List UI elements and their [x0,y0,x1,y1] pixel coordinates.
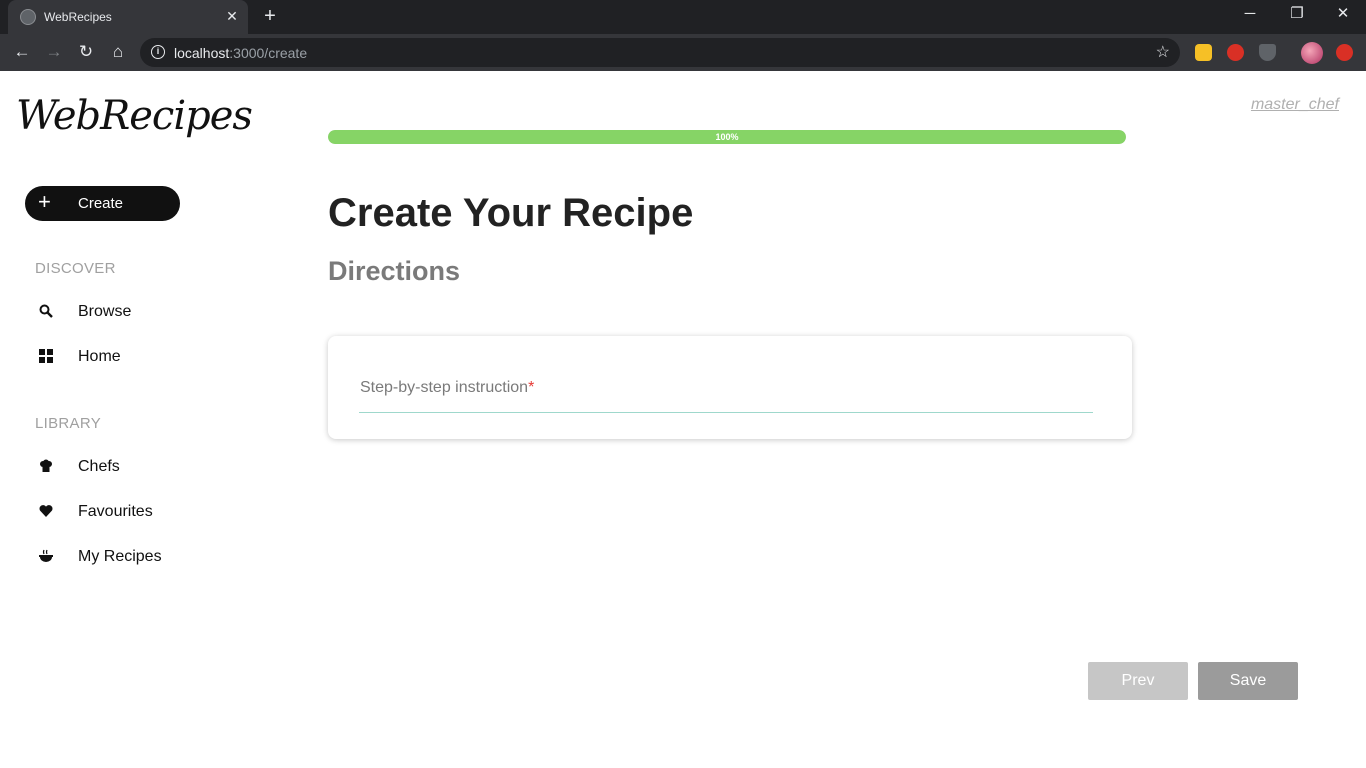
close-window-icon[interactable]: ✕ [1333,4,1353,24]
instruction-field[interactable]: Step-by-step instruction* [360,379,534,397]
sidebar-item-my-recipes[interactable]: My Recipes [30,543,230,573]
forward-icon[interactable]: → [42,41,66,65]
page-subtitle: Directions [328,256,461,286]
plus-icon: + [38,189,51,214]
extension-shield-icon[interactable] [1259,44,1276,61]
section-label-library: LIBRARY [35,415,102,432]
required-mark: * [528,379,535,396]
sidebar-item-chefs[interactable]: Chefs [30,453,230,483]
sidebar-item-label: My Recipes [78,548,162,565]
reload-icon[interactable]: ↻ [74,41,98,65]
user-link[interactable]: master_chef [1251,96,1339,114]
sidebar-item-home[interactable]: Home [30,343,230,373]
url-text: localhost:3000/create [174,45,308,61]
new-tab-icon[interactable]: + [260,6,280,26]
prev-button[interactable]: Prev [1088,662,1188,700]
app-logo[interactable]: WebRecipes [16,93,253,139]
sidebar-item-label: Chefs [78,458,120,475]
update-icon[interactable] [1336,44,1353,61]
tab-title: WebRecipes [44,10,112,24]
profile-avatar[interactable] [1301,42,1323,64]
browser-toolbar: ← → ↻ ⌂ i localhost:3000/create ☆ [0,34,1366,71]
progress-text: 100% [715,132,739,142]
section-label-discover: DISCOVER [35,260,116,277]
extension-stop-icon[interactable] [1227,44,1244,61]
bowl-icon [38,549,54,565]
create-button[interactable]: + Create [25,186,180,221]
globe-icon [20,9,36,25]
sidebar-item-favourites[interactable]: Favourites [30,498,230,528]
browser-tab[interactable]: WebRecipes ✕ [8,0,248,34]
save-button[interactable]: Save [1198,662,1298,700]
sidebar-item-label: Browse [78,303,132,320]
sidebar-item-browse[interactable]: Browse [30,298,230,328]
tab-close-icon[interactable]: ✕ [224,8,240,24]
search-icon [38,304,54,320]
back-icon[interactable]: ← [10,41,34,65]
page-title: Create Your Recipe [328,191,694,235]
sidebar-item-label: Home [78,348,121,365]
progress-bar: 100% [328,130,1126,144]
instruction-field-underline [359,412,1093,413]
app-page: WebRecipes master_chef + Create DISCOVER… [0,71,1366,768]
sidebar-item-label: Favourites [78,503,153,520]
directions-card: Step-by-step instruction* [328,336,1132,439]
bookmark-star-icon[interactable]: ☆ [1156,42,1170,62]
chef-hat-icon [38,459,54,475]
minimize-icon[interactable]: ─ [1240,4,1260,24]
extension-notes-icon[interactable] [1195,44,1212,61]
grid-icon [38,349,54,365]
heart-icon [38,504,54,520]
info-icon[interactable]: i [151,45,165,59]
address-bar[interactable]: i localhost:3000/create ☆ [140,38,1180,67]
home-icon[interactable]: ⌂ [106,41,130,65]
restore-icon[interactable]: ❐ [1287,4,1307,24]
create-button-label: Create [78,195,124,212]
instruction-field-label: Step-by-step instruction [360,379,529,396]
browser-tab-bar: WebRecipes ✕ + ─ ❐ ✕ [0,0,1366,34]
